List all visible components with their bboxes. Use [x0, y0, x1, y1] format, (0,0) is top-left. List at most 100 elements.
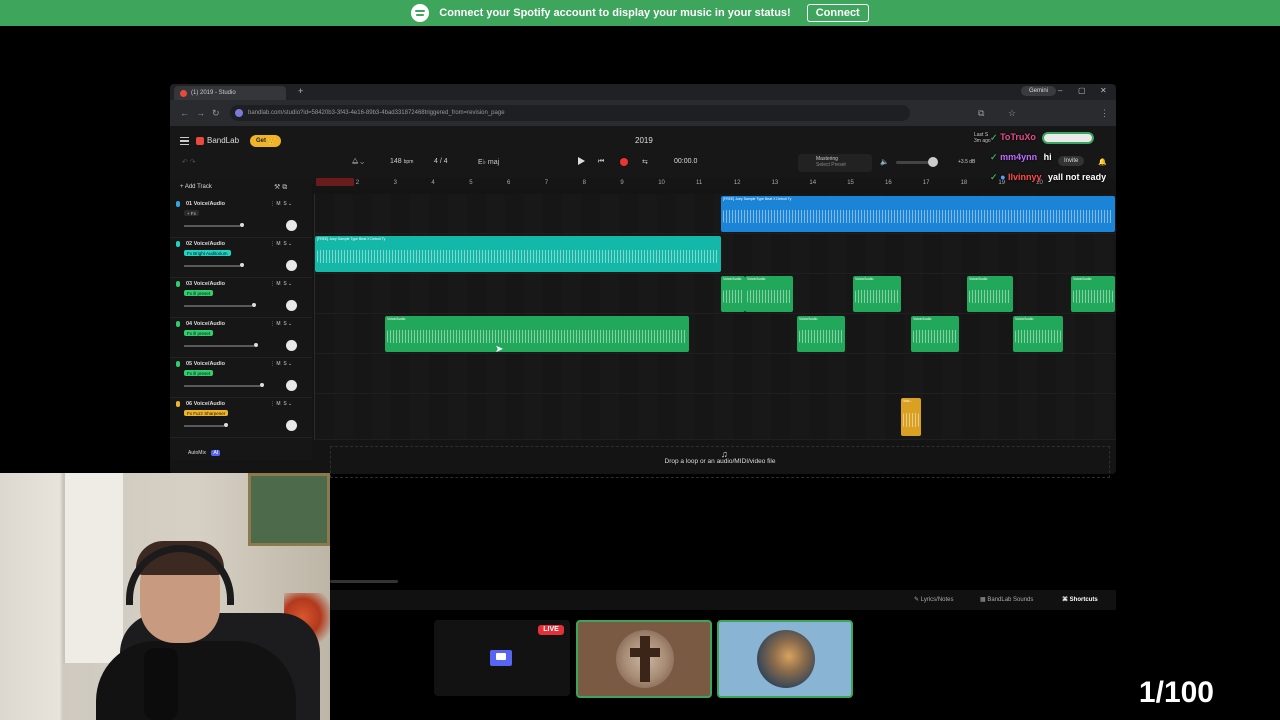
track-pan-knob[interactable] — [286, 220, 297, 231]
add-track-button[interactable]: + Add Track — [180, 184, 212, 190]
track-pan-knob[interactable] — [286, 300, 297, 311]
maximize-icon[interactable]: ▢ — [1078, 86, 1086, 95]
track-name[interactable]: 01 Voice/Audio — [186, 201, 225, 207]
track-name[interactable]: 05 Voice/Audio — [186, 361, 225, 367]
track-volume-knob[interactable] — [240, 263, 244, 267]
gemini-button[interactable]: Gemini — [1020, 86, 1056, 96]
audio-clip[interactable]: [FREE] Joey Sample Type Beat X Detroit T… — [315, 236, 721, 272]
track-lane-3[interactable]: Voice/Audio Voice/Audio Voice/Audio Voic… — [315, 274, 1116, 314]
mute-solo-buttons[interactable]: ⋮ M S ⌄ — [270, 201, 292, 207]
participant-tile[interactable] — [576, 620, 712, 698]
shortcuts-button[interactable]: ⌘ Shortcuts — [1062, 596, 1098, 603]
audio-clip[interactable]: Voice/Audio — [745, 276, 793, 312]
mute-solo-buttons[interactable]: ⋮ M S ⌄ — [270, 241, 292, 247]
bookmark-star-icon[interactable]: ☆ — [1008, 108, 1016, 119]
audio-clip[interactable]: Voice/Audio — [853, 276, 901, 312]
fx-preset-chip[interactable]: Fx ill preset — [184, 330, 214, 336]
minimize-icon[interactable]: – — [1058, 86, 1062, 95]
loop-icon[interactable]: ⇆ — [642, 158, 648, 166]
track-pan-knob[interactable] — [286, 380, 297, 391]
track-volume-knob[interactable] — [224, 423, 228, 427]
spotify-connect-button[interactable]: Connect — [806, 4, 869, 22]
mastering-button[interactable]: Mastering Select Preset — [798, 154, 872, 172]
track-name[interactable]: 02 Voice/Audio — [186, 241, 225, 247]
track-volume-knob[interactable] — [240, 223, 244, 227]
fx-preset-chip[interactable]: Fx ill preset — [184, 290, 214, 296]
forward-icon[interactable]: → — [196, 108, 205, 118]
mute-solo-buttons[interactable]: ⋮ M S ⌄ — [270, 401, 292, 407]
key-signature[interactable]: E♭ maj — [478, 158, 499, 166]
track-header[interactable]: 02 Voice/Audio Fx Bright Auditorium ⋮ M S … — [170, 238, 312, 278]
menu-icon[interactable] — [180, 137, 189, 145]
fx-preset-chip[interactable]: Fx Fuzz Sharpener — [184, 410, 229, 416]
audio-clip[interactable]: Voice/Audio — [385, 316, 689, 352]
track-volume-slider[interactable] — [184, 385, 260, 387]
audio-clip[interactable]: [FREE] Joey Sample Type Beat X Detroit T… — [721, 196, 1115, 232]
lyrics-notes-button[interactable]: ✎ Lyrics/Notes — [914, 596, 954, 603]
master-volume-knob[interactable] — [928, 157, 938, 167]
track-lane-4[interactable]: Voice/Audio Voice/Audio Voice/Audio Voic… — [315, 314, 1116, 354]
master-volume-slider[interactable] — [896, 161, 932, 164]
track-pan-knob[interactable] — [286, 260, 297, 271]
back-icon[interactable]: ← — [180, 108, 189, 118]
browser-tab[interactable]: (1) 2019 - Studio — [174, 86, 286, 100]
track-volume-knob[interactable] — [254, 343, 258, 347]
track-lane-6[interactable]: Voic... — [315, 394, 1116, 440]
extensions-icon[interactable]: ⧉ — [978, 108, 984, 119]
get-membership-button[interactable]: Get 👑 — [250, 135, 282, 147]
close-window-icon[interactable]: ✕ — [1100, 86, 1107, 95]
rewind-icon[interactable]: ⏮ — [598, 158, 604, 166]
track-lane-1[interactable]: [FREE] Joey Sample Type Beat X Detroit T… — [315, 194, 1116, 234]
playhead-loop-region[interactable] — [316, 178, 354, 186]
undo-icon[interactable]: ↶ ↷ — [182, 158, 196, 166]
record-button[interactable] — [620, 158, 628, 166]
automix-bar[interactable]: AutoMix AI — [170, 446, 312, 460]
track-volume-slider[interactable] — [184, 265, 240, 267]
track-pan-knob[interactable] — [286, 340, 297, 351]
track-volume-slider[interactable] — [184, 225, 240, 227]
track-lane-2[interactable]: [FREE] Joey Sample Type Beat X Detroit T… — [315, 234, 1116, 274]
bandlab-logo[interactable]: BandLab — [196, 136, 239, 145]
audio-clip[interactable]: Voice/Audio — [797, 316, 845, 352]
fx-preset-chip[interactable]: + Fx — [184, 210, 199, 216]
track-volume-slider[interactable] — [184, 305, 252, 307]
tools-icon[interactable]: ⚒ ⧉ — [274, 183, 287, 192]
reload-icon[interactable]: ↻ — [212, 108, 220, 119]
arrangement-area[interactable]: [FREE] Joey Sample Type Beat X Detroit T… — [314, 194, 1116, 440]
fx-preset-chip[interactable]: Fx ill preset — [184, 370, 214, 376]
browser-menu-icon[interactable]: ⋮ — [1100, 108, 1109, 119]
tempo-display[interactable]: 148 bpm — [390, 158, 413, 165]
track-volume-knob[interactable] — [252, 303, 256, 307]
horizontal-scrollbar[interactable] — [330, 580, 398, 583]
time-signature[interactable]: 4 / 4 — [434, 158, 448, 165]
track-header[interactable]: 05 Voice/Audio Fx ill preset ⋮ M S ⌄ — [170, 358, 312, 398]
invite-button[interactable]: Invite — [1058, 156, 1085, 166]
participant-tile[interactable] — [717, 620, 853, 698]
metronome-icon[interactable]: ⧋ ⌄ — [352, 158, 364, 166]
track-lane-5[interactable] — [315, 354, 1116, 394]
track-volume-slider[interactable] — [184, 345, 254, 347]
project-title[interactable]: 2019 — [635, 136, 653, 145]
mute-solo-buttons[interactable]: ⋮ M S ⌄ — [270, 281, 292, 287]
volume-icon[interactable]: 🔈 — [880, 158, 889, 166]
play-button[interactable] — [578, 157, 585, 165]
track-header[interactable]: 01 Voice/Audio + Fx ⋮ M S ⌄ — [170, 198, 312, 238]
drop-zone[interactable]: ♫ Drop a loop or an audio/MIDI/video fil… — [330, 446, 1110, 478]
track-name[interactable]: 06 Voice/Audio — [186, 401, 225, 407]
bandlab-sounds-button[interactable]: ▦ BandLab Sounds — [980, 596, 1033, 603]
track-header[interactable]: 04 Voice/Audio Fx ill preset ⋮ M S ⌄ — [170, 318, 312, 358]
url-field[interactable]: bandlab.com/studio?id=58420b3-3f43-4e16-… — [230, 105, 910, 121]
new-tab-icon[interactable]: + — [298, 86, 303, 96]
audio-clip[interactable]: Voice/Audio — [967, 276, 1013, 312]
audio-clip[interactable]: Voice/Audio — [911, 316, 959, 352]
audio-clip[interactable]: Voice/Audio — [721, 276, 745, 312]
track-name[interactable]: 03 Voice/Audio — [186, 281, 225, 287]
audio-clip[interactable]: Voice/Audio — [1071, 276, 1115, 312]
track-pan-knob[interactable] — [286, 420, 297, 431]
track-name[interactable]: 04 Voice/Audio — [186, 321, 225, 327]
track-volume-knob[interactable] — [260, 383, 264, 387]
track-header[interactable]: 03 Voice/Audio Fx ill preset ⋮ M S ⌄ — [170, 278, 312, 318]
audio-clip[interactable]: Voic... — [901, 398, 921, 436]
mute-solo-buttons[interactable]: ⋮ M S ⌄ — [270, 361, 292, 367]
track-volume-slider[interactable] — [184, 425, 224, 427]
